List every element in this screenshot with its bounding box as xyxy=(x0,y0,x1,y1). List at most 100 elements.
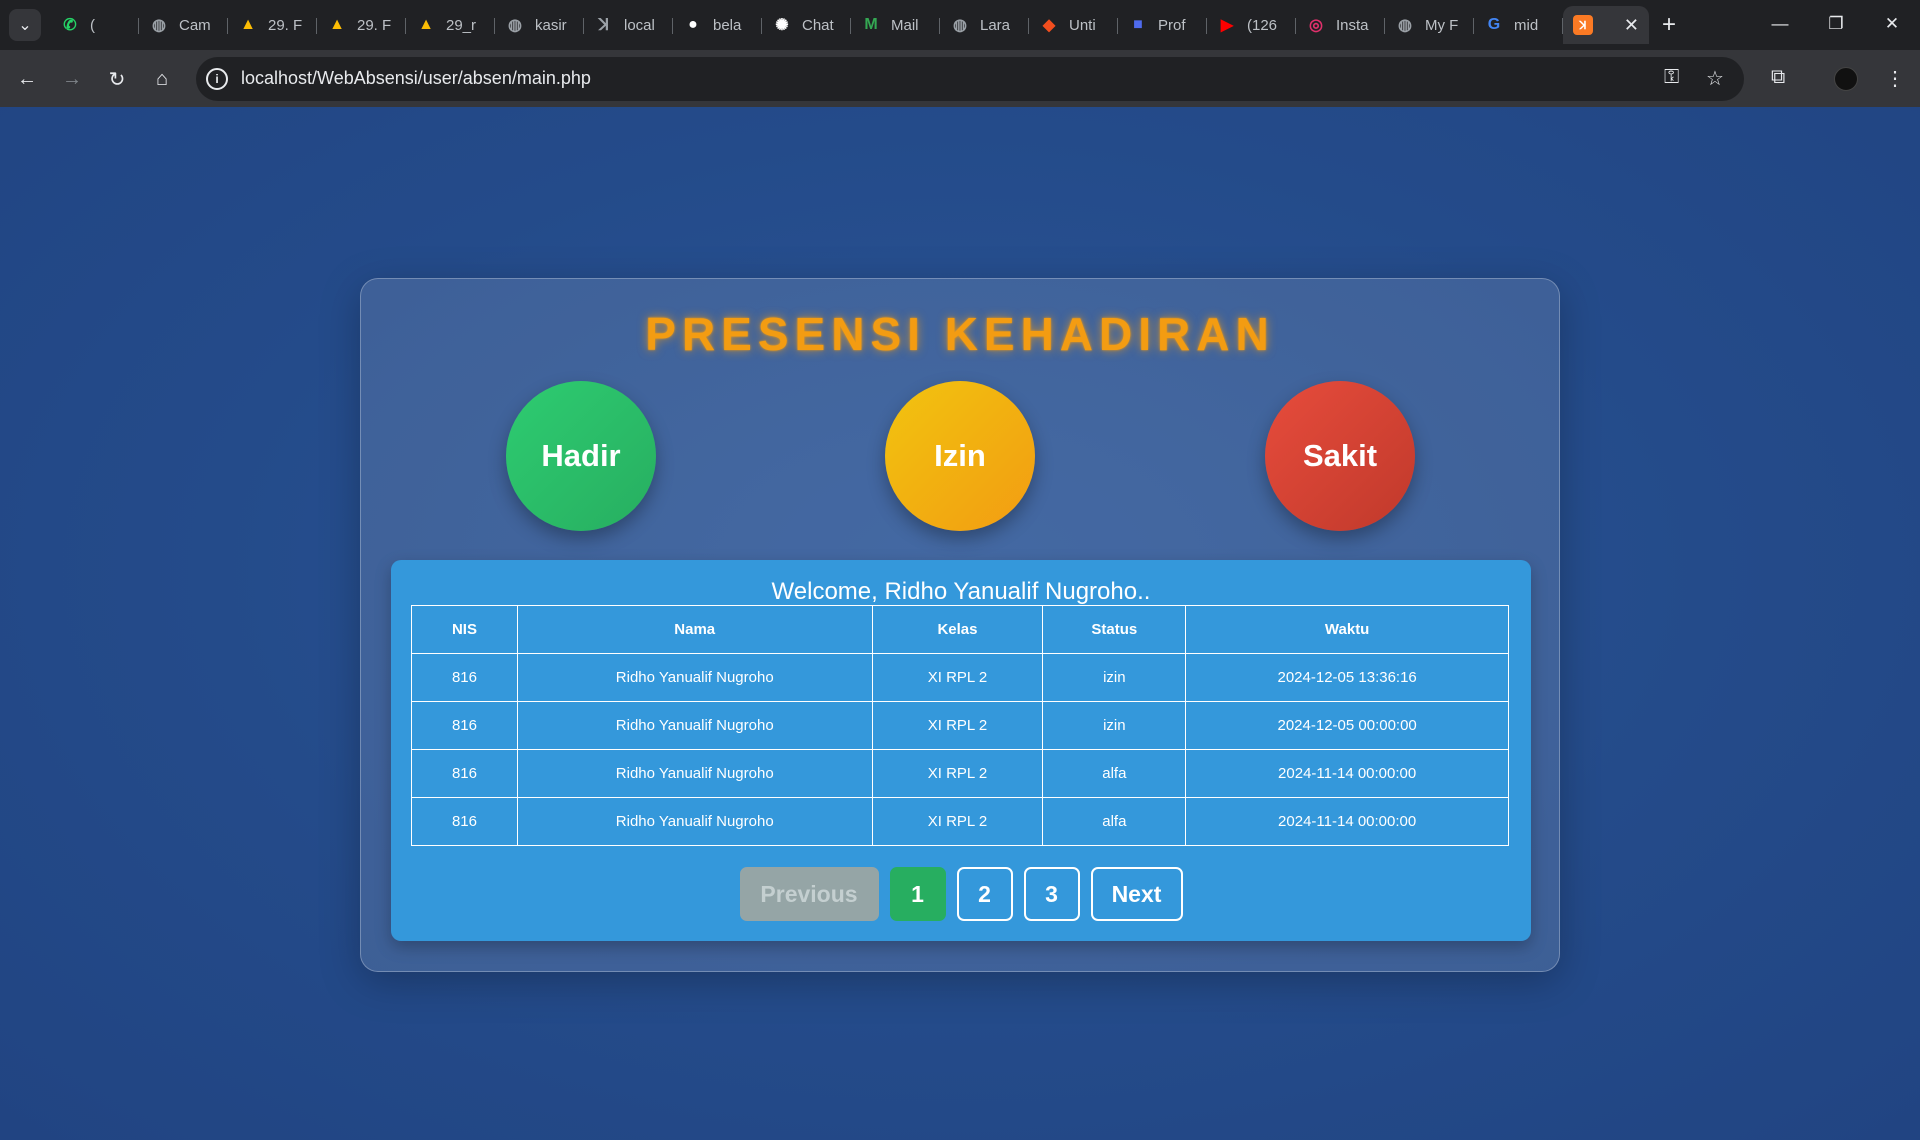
page-3-button[interactable]: 3 xyxy=(1023,867,1080,921)
tab-item[interactable]: ● bela xyxy=(673,6,762,44)
tab-title: Chat xyxy=(802,16,834,34)
reload-icon[interactable]: ↻ xyxy=(100,62,134,96)
header-waktu: Waktu xyxy=(1185,605,1509,654)
minimize-icon[interactable]: — xyxy=(1752,0,1808,48)
previous-page-button[interactable]: Previous xyxy=(739,867,879,921)
tab-title: (126 xyxy=(1247,16,1278,34)
url-text[interactable]: localhost/WebAbsensi/user/absen/main.php xyxy=(241,68,591,89)
cell-kelas: XI RPL 2 xyxy=(871,797,1044,846)
cell-nama: Ridho Yanualif Nugroho xyxy=(516,797,873,846)
table-row: 816 Ridho Yanualif Nugroho XI RPL 2 izin… xyxy=(411,701,1509,750)
cell-kelas: XI RPL 2 xyxy=(871,653,1044,702)
menu-dots-icon[interactable]: ⋮ xyxy=(1885,66,1905,91)
drive-icon: ▲ xyxy=(329,16,345,33)
cell-nis: 816 xyxy=(411,797,518,846)
profile-avatar[interactable] xyxy=(1834,67,1858,91)
tab-item[interactable]: ▲ 29. F xyxy=(228,6,317,44)
tab-item[interactable]: ▲ 29_r xyxy=(406,6,495,44)
tab-title: bela xyxy=(713,16,742,34)
tab-item[interactable]: ▶ (126 xyxy=(1207,6,1296,44)
site-info-icon[interactable]: i xyxy=(206,68,228,90)
cell-nama: Ridho Yanualif Nugroho xyxy=(516,653,873,702)
tab-item[interactable]: ◆ Unti xyxy=(1029,6,1118,44)
welcome-message: Welcome, Ridho Yanualif Nugroho.. xyxy=(771,578,1151,605)
header-status: Status xyxy=(1042,605,1187,654)
home-icon[interactable]: ⌂ xyxy=(145,62,179,96)
cell-waktu: 2024-12-05 00:00:00 xyxy=(1185,701,1509,750)
tab-title: Insta xyxy=(1336,16,1369,34)
tab-title: 29. F xyxy=(357,16,392,34)
attendance-table: NIS Nama Kelas Status Waktu 816 Ridho Ya… xyxy=(411,605,1509,846)
tab-item[interactable]: ◍ Cam xyxy=(139,6,228,44)
izin-button[interactable]: Izin xyxy=(885,381,1035,531)
cell-nis: 816 xyxy=(411,701,518,750)
instagram-icon: ◎ xyxy=(1309,17,1323,34)
tab-title: 29_r xyxy=(446,16,477,34)
page-background: PRESENSI KEHADIRAN Hadir Izin Sakit Welc… xyxy=(0,107,1920,1140)
table-row: 816 Ridho Yanualif Nugroho XI RPL 2 izin… xyxy=(411,653,1509,702)
tab-item[interactable]: ◎ Insta xyxy=(1296,6,1385,44)
cell-nama: Ridho Yanualif Nugroho xyxy=(516,749,873,798)
tab-item[interactable]: M Mail xyxy=(851,6,940,44)
extensions-icon[interactable]: ⧉ xyxy=(1771,66,1785,89)
tab-title: Prof xyxy=(1158,16,1186,34)
globe-icon: ◍ xyxy=(1398,17,1412,34)
xampp-icon: ꓘ xyxy=(598,17,610,34)
close-icon[interactable]: ✕ xyxy=(1624,15,1639,36)
page-1-button[interactable]: 1 xyxy=(889,867,946,921)
tab-title: 29. F xyxy=(268,16,303,34)
figma-icon: ◆ xyxy=(1042,17,1056,34)
chevron-down-icon: ⌄ xyxy=(18,17,32,34)
table-row: 816 Ridho Yanualif Nugroho XI RPL 2 alfa… xyxy=(411,749,1509,798)
tab-item[interactable]: ◍ kasir xyxy=(495,6,584,44)
drive-icon: ▲ xyxy=(240,16,256,33)
history-panel: Welcome, Ridho Yanualif Nugroho.. NIS Na… xyxy=(391,560,1531,941)
new-tab-button[interactable]: + xyxy=(1649,6,1689,44)
sakit-button[interactable]: Sakit xyxy=(1265,381,1415,531)
cell-kelas: XI RPL 2 xyxy=(871,701,1044,750)
forward-icon[interactable]: → xyxy=(55,62,89,96)
cell-kelas: XI RPL 2 xyxy=(871,749,1044,798)
whatsapp-icon: ✆ xyxy=(63,17,77,34)
cell-waktu: 2024-12-05 13:36:16 xyxy=(1185,653,1509,702)
header-nis: NIS xyxy=(411,605,518,654)
hadir-button[interactable]: Hadir xyxy=(506,381,656,531)
xampp-icon: ꓘ xyxy=(1573,15,1593,35)
tab-item[interactable]: ■ Prof xyxy=(1118,6,1207,44)
youtube-icon: ▶ xyxy=(1220,17,1234,34)
tab-title: Mail xyxy=(891,16,919,34)
tab-item[interactable]: Gmid xyxy=(1474,6,1563,44)
page-title: PRESENSI KEHADIRAN xyxy=(645,308,1275,360)
tab-title: Unti xyxy=(1069,16,1096,34)
tab-item[interactable]: ✆( xyxy=(50,6,139,44)
tab-active[interactable]: ꓘ ✕ xyxy=(1563,6,1649,44)
tab-item[interactable]: ▲ 29. F xyxy=(317,6,406,44)
page-2-button[interactable]: 2 xyxy=(956,867,1013,921)
cell-nis: 816 xyxy=(411,653,518,702)
back-icon[interactable]: ← xyxy=(10,62,44,96)
tab-search-button[interactable]: ⌄ xyxy=(9,9,41,41)
tab-item[interactable]: ꓘ local xyxy=(584,6,673,44)
next-page-button[interactable]: Next xyxy=(1090,867,1183,921)
cell-status: alfa xyxy=(1042,797,1187,846)
tab-item[interactable]: ◍ My F xyxy=(1385,6,1474,44)
profile-icon: ■ xyxy=(1133,16,1143,33)
tab-title: Cam xyxy=(179,16,211,34)
cell-nama: Ridho Yanualif Nugroho xyxy=(516,701,873,750)
close-window-icon[interactable]: ✕ xyxy=(1864,0,1920,48)
table-header-row: NIS Nama Kelas Status Waktu xyxy=(411,605,1509,654)
tab-title: My F xyxy=(1425,16,1459,34)
cell-waktu: 2024-11-14 00:00:00 xyxy=(1185,749,1509,798)
mail-icon: M xyxy=(864,16,878,33)
google-icon: G xyxy=(1487,16,1501,33)
window-controls: — ❐ ✕ xyxy=(1752,0,1920,48)
tab-title: local xyxy=(624,16,655,34)
tab-title: Lara xyxy=(980,16,1011,34)
tab-item[interactable]: ◍ Lara xyxy=(940,6,1029,44)
password-key-icon[interactable]: ⚿ xyxy=(1664,66,1679,89)
tab-title: mid xyxy=(1514,16,1539,34)
restore-icon[interactable]: ❐ xyxy=(1808,0,1864,48)
tab-title: kasir xyxy=(535,16,567,34)
tab-item[interactable]: ✺ Chat xyxy=(762,6,851,44)
bookmark-star-icon[interactable]: ☆ xyxy=(1706,66,1724,91)
